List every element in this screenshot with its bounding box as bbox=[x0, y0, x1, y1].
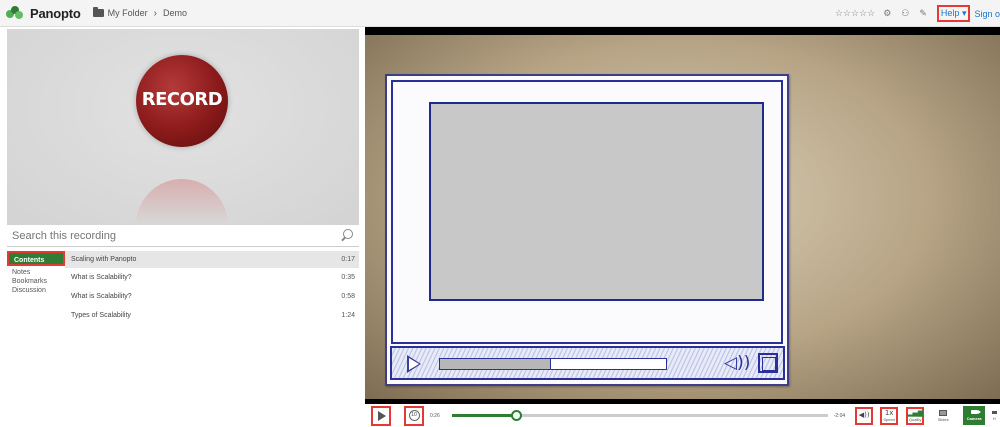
list-item-time: 0:58 bbox=[341, 293, 355, 300]
slides-label: Slides bbox=[937, 416, 949, 422]
breadcrumb: My Folder › Demo bbox=[92, 7, 187, 19]
list-item-title: What is Scalability? bbox=[71, 293, 132, 300]
volume-button[interactable]: ◀)) bbox=[855, 406, 874, 425]
play-button[interactable] bbox=[371, 405, 391, 426]
sign-in-link[interactable]: Sign o bbox=[974, 9, 1000, 19]
tab-bookmarks[interactable]: Bookmarks bbox=[7, 277, 65, 286]
list-item-title: Types of Scalability bbox=[71, 312, 131, 319]
hide-label: H bbox=[992, 415, 996, 421]
list-item-time: 0:17 bbox=[341, 256, 355, 263]
contents-list: Scaling with Panopto 0:17 What is Scalab… bbox=[65, 251, 359, 325]
folder-icon bbox=[92, 7, 104, 17]
edit-pencil-icon[interactable]: ✎ bbox=[919, 8, 927, 19]
panopto-logo-icon bbox=[6, 6, 26, 20]
camera-icon bbox=[970, 410, 981, 414]
speed-label: Speed bbox=[883, 416, 895, 422]
sketch-fullscreen-icon bbox=[758, 353, 778, 373]
list-item[interactable]: What is Scalability? 0:35 bbox=[65, 268, 359, 287]
slides-icon bbox=[939, 409, 948, 416]
top-bar: Panopto My Folder › Demo ☆☆☆☆☆ ⚙ ⚇ ✎ Hel… bbox=[0, 0, 1000, 27]
sketch-play-icon bbox=[407, 355, 421, 373]
breadcrumb-separator: › bbox=[153, 7, 157, 19]
quality-label: Quality bbox=[908, 416, 922, 422]
player-controls: 10 0:26 -2:04 ◀)) 1x Speed ▂▄▆ Quality S… bbox=[365, 404, 1000, 427]
search-bar bbox=[7, 226, 359, 247]
rewind-icon: 10 bbox=[408, 410, 420, 421]
progress-slider[interactable] bbox=[451, 410, 828, 421]
logo-text: Panopto bbox=[30, 5, 81, 21]
help-menu-button[interactable]: Help ▾ bbox=[936, 5, 971, 22]
remaining-time: -2:04 bbox=[833, 412, 846, 419]
list-item-time: 0:35 bbox=[341, 274, 355, 281]
chevron-down-icon: ▾ bbox=[961, 8, 967, 18]
side-tabs: Contents Notes Bookmarks Discussion bbox=[7, 251, 65, 295]
sketch-controls: ◁)) bbox=[390, 346, 785, 380]
slides-button[interactable]: Slides bbox=[933, 407, 953, 425]
sketch-frame bbox=[391, 80, 783, 344]
rating-stars[interactable]: ☆☆☆☆☆ bbox=[835, 8, 875, 19]
hide-button[interactable]: H bbox=[989, 407, 999, 425]
play-icon bbox=[378, 410, 386, 421]
main-video[interactable]: ◁)) bbox=[365, 27, 1000, 404]
progress-handle[interactable] bbox=[510, 410, 522, 421]
left-panel: RECORD Contents Notes Bookmarks Discussi… bbox=[0, 27, 362, 427]
share-users-icon[interactable]: ⚇ bbox=[901, 8, 909, 19]
list-item-title: Scaling with Panopto bbox=[71, 256, 137, 263]
sketch-screen bbox=[429, 102, 764, 301]
list-item[interactable]: Scaling with Panopto 0:17 bbox=[65, 251, 359, 268]
list-item[interactable]: What is Scalability? 0:58 bbox=[65, 287, 359, 306]
camera-label: Camera bbox=[966, 416, 982, 421]
header-actions: ☆☆☆☆☆ ⚙ ⚇ ✎ Help ▾ Sign o bbox=[835, 0, 1000, 27]
record-badge: RECORD bbox=[136, 55, 228, 147]
tab-contents[interactable]: Contents bbox=[7, 251, 65, 266]
speed-button[interactable]: 1x Speed bbox=[880, 406, 899, 425]
list-item[interactable]: Types of Scalability 1:24 bbox=[65, 306, 359, 325]
record-label: RECORD bbox=[141, 89, 223, 110]
sketch-progress-fill bbox=[440, 359, 551, 369]
list-item-time: 1:24 bbox=[341, 312, 355, 319]
camera-button[interactable]: Camera bbox=[963, 406, 986, 425]
volume-icon: ◀)) bbox=[858, 411, 870, 419]
panopto-logo[interactable]: Panopto bbox=[6, 6, 81, 21]
list-item-title: What is Scalability? bbox=[71, 274, 132, 281]
rewind-button[interactable]: 10 bbox=[404, 405, 424, 426]
breadcrumb-folder[interactable]: My Folder bbox=[108, 8, 148, 18]
search-icon[interactable] bbox=[343, 229, 353, 239]
video-player-sketch: ◁)) bbox=[385, 74, 789, 386]
elapsed-time: 0:26 bbox=[430, 412, 440, 419]
tab-discussion[interactable]: Discussion bbox=[7, 286, 65, 295]
hide-icon bbox=[991, 410, 997, 414]
quality-button[interactable]: ▂▄▆ Quality bbox=[906, 406, 925, 425]
gear-icon[interactable]: ⚙ bbox=[883, 8, 891, 19]
video-frame: ◁)) bbox=[365, 35, 1000, 399]
tab-notes[interactable]: Notes bbox=[7, 268, 65, 277]
signal-bars-icon: ▂▄▆ bbox=[907, 408, 924, 417]
sketch-volume-icon: ◁)) bbox=[724, 353, 751, 373]
sketch-progress-track bbox=[439, 358, 667, 370]
secondary-video-thumbnail[interactable]: RECORD bbox=[7, 29, 359, 225]
breadcrumb-current: Demo bbox=[162, 8, 187, 18]
search-input[interactable] bbox=[7, 230, 327, 242]
speed-value: 1x bbox=[884, 408, 894, 417]
progress-fill bbox=[451, 414, 516, 417]
